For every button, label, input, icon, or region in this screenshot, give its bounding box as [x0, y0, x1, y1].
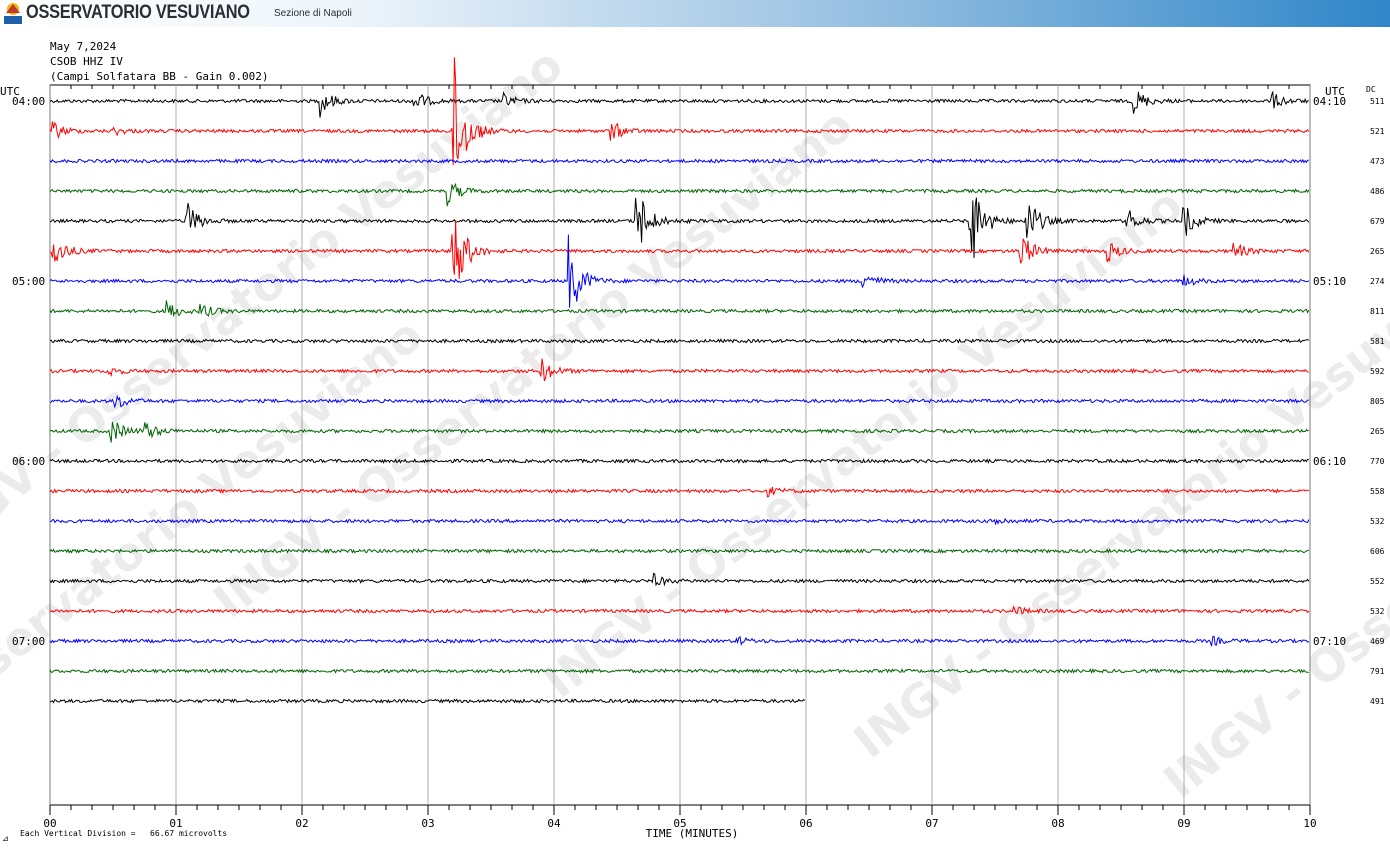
- right-hour-label: 06:10: [1313, 455, 1346, 468]
- scale-icon: ⊿: [2, 834, 9, 843]
- trace-line: [49, 698, 806, 704]
- trace-line: [49, 635, 1310, 647]
- scale-note: Each Vertical Division = 66.67 microvolt…: [20, 829, 228, 838]
- seismogram-chart: INGV - Osservatorio VesuvianoINGV - Osse…: [0, 37, 1390, 840]
- trace-line: [49, 90, 1309, 118]
- dc-value: 265: [1370, 247, 1385, 256]
- right-hour-label: 07:10: [1313, 635, 1346, 648]
- x-tick-label: 08: [1051, 817, 1064, 830]
- dc-value: 558: [1370, 487, 1385, 496]
- watermark-layer: INGV - Osservatorio VesuvianoINGV - Osse…: [0, 37, 1390, 838]
- x-tick-label: 02: [295, 817, 308, 830]
- left-hour-label: 05:00: [12, 275, 45, 288]
- x-tick-label: 06: [799, 817, 812, 830]
- left-hour-label: 06:00: [12, 455, 45, 468]
- dc-value: 552: [1370, 577, 1385, 586]
- trace-line: [49, 668, 1309, 675]
- trace-line: [49, 182, 1310, 207]
- dc-value: 811: [1370, 307, 1385, 316]
- x-axis-label: TIME (MINUTES): [646, 827, 739, 840]
- right-hour-label: 04:10: [1313, 95, 1346, 108]
- x-tick-label: 09: [1177, 817, 1190, 830]
- dc-value: 491: [1370, 697, 1385, 706]
- dc-value: 511: [1370, 97, 1385, 106]
- x-tick-label: 03: [421, 817, 434, 830]
- dc-value: 791: [1370, 667, 1385, 676]
- trace-line: [49, 57, 1310, 166]
- dc-value: 606: [1370, 547, 1385, 556]
- x-tick-label: 04: [547, 817, 561, 830]
- dc-value: 805: [1370, 397, 1385, 406]
- dc-value: 521: [1370, 127, 1385, 136]
- trace-line: [49, 358, 1309, 382]
- dc-value: 473: [1370, 157, 1385, 166]
- x-tick-label: 07: [925, 817, 938, 830]
- dc-value: 274: [1370, 277, 1385, 286]
- dc-value: 679: [1370, 217, 1385, 226]
- dc-value: 770: [1370, 457, 1385, 466]
- dc-value: 532: [1370, 607, 1385, 616]
- left-hour-label: 04:00: [12, 95, 45, 108]
- dc-header: DC: [1366, 85, 1376, 94]
- dc-value: 486: [1370, 187, 1385, 196]
- trace-line: [49, 158, 1309, 164]
- watermark-text: INGV - Osservatorio Vesuviano: [0, 307, 433, 838]
- dc-value: 265: [1370, 427, 1385, 436]
- dc-value: 469: [1370, 637, 1385, 646]
- x-tick-label: 10: [1303, 817, 1316, 830]
- right-hour-label: 05:10: [1313, 275, 1346, 288]
- dc-value: 532: [1370, 517, 1385, 526]
- trace-line: [49, 394, 1309, 409]
- dc-value: 581: [1370, 337, 1385, 346]
- left-hour-label: 07:00: [12, 635, 45, 648]
- dc-value: 592: [1370, 367, 1385, 376]
